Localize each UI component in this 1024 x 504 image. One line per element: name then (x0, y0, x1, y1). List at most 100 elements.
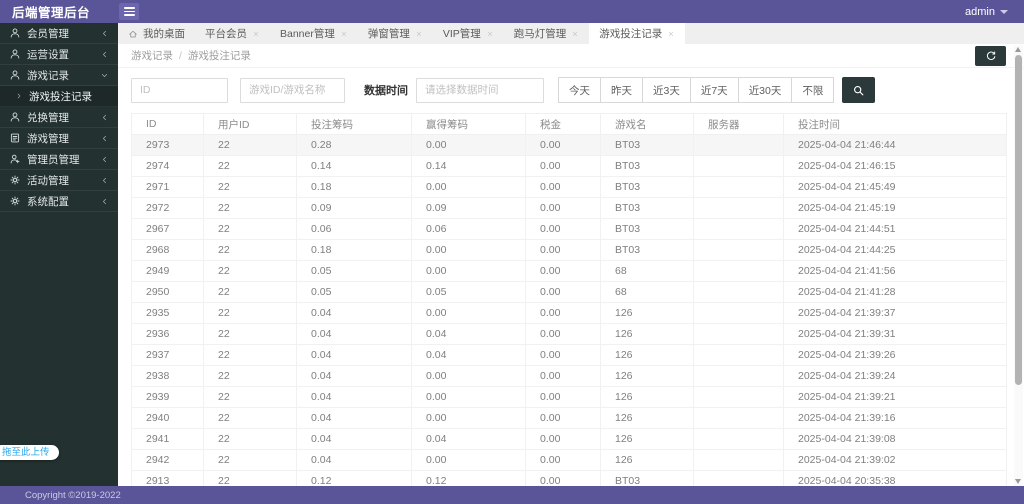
table-cell: 2025-04-04 21:45:19 (783, 197, 1007, 219)
refresh-button[interactable] (975, 45, 1006, 66)
table-cell (693, 302, 784, 324)
tab-0[interactable]: 我的桌面 (118, 23, 195, 44)
sidebar-item-5[interactable]: 管理员管理 (0, 149, 118, 170)
table-cell (693, 344, 784, 366)
game-input[interactable] (240, 77, 345, 103)
table-cell: 0.06 (411, 218, 526, 240)
chevron-down-icon (101, 73, 108, 77)
close-icon (573, 31, 578, 36)
tab-4[interactable]: VIP管理 (433, 23, 504, 44)
quick-date-button-2[interactable]: 近3天 (642, 77, 691, 103)
quick-date-button-4[interactable]: 近30天 (737, 77, 793, 103)
table-header-row: ID 用户ID 投注筹码 赢得筹码 税金 游戏名 服务器 投注时间 (131, 113, 1007, 135)
tab-label: 跑马灯管理 (513, 28, 567, 40)
table-cell: 22 (203, 407, 297, 429)
tab-close-icon[interactable] (340, 30, 348, 38)
quick-date-button-1[interactable]: 昨天 (600, 77, 643, 103)
table-cell: 0.04 (296, 344, 412, 366)
table-cell: 0.00 (525, 365, 601, 387)
scroll-up-icon[interactable] (1015, 47, 1021, 52)
table-cell: 0.00 (525, 302, 601, 324)
sidebar-item-7[interactable]: 系统配置 (0, 191, 118, 212)
user-menu[interactable]: admin (965, 6, 1008, 18)
id-input[interactable] (131, 77, 228, 103)
table-cell: 2936 (131, 323, 204, 345)
sidebar-item-3[interactable]: 兑换管理 (0, 107, 118, 128)
tab-close-icon[interactable] (415, 30, 423, 38)
table-cell: 0.00 (525, 260, 601, 282)
tab-5[interactable]: 跑马灯管理 (504, 23, 590, 44)
quick-date-button-5[interactable]: 不限 (791, 77, 835, 103)
refresh-icon (986, 51, 995, 60)
table-cell: 0.14 (411, 155, 526, 177)
sidebar-toggle-button[interactable] (119, 3, 139, 20)
tab-label: 游戏投注记录 (599, 28, 663, 40)
table-cell: 0.00 (411, 449, 526, 471)
table-cell: 2025-04-04 21:39:16 (783, 407, 1007, 429)
table-cell: 2973 (131, 134, 204, 156)
scroll-down-icon[interactable] (1015, 479, 1021, 484)
date-input[interactable] (416, 77, 544, 103)
scrollbar-thumb[interactable] (1015, 55, 1022, 385)
table-cell: 126 (600, 407, 694, 429)
breadcrumb-parent[interactable]: 游戏记录 (131, 48, 173, 63)
table-cell: 2025-04-04 21:46:44 (783, 134, 1007, 156)
tab-6[interactable]: 游戏投注记录 (589, 23, 686, 44)
chevron-down-icon (1000, 9, 1008, 14)
tab-2[interactable]: Banner管理 (270, 23, 358, 44)
table-cell (693, 155, 784, 177)
table-cell: 0.14 (296, 155, 412, 177)
table-cell: 0.04 (411, 323, 526, 345)
quick-date-button-3[interactable]: 近7天 (689, 77, 739, 103)
table-cell: BT03 (600, 239, 694, 261)
tab-3[interactable]: 弹窗管理 (358, 23, 433, 44)
tab-close-icon[interactable] (252, 30, 260, 38)
table-cell (693, 449, 784, 471)
table-cell: 0.00 (525, 218, 601, 240)
sidebar-item-label: 活动管理 (27, 174, 69, 187)
tab-close-icon[interactable] (571, 30, 579, 38)
gear-icon (10, 175, 20, 185)
breadcrumb-row: 游戏记录 / 游戏投注记录 (118, 44, 1024, 68)
table-cell: 126 (600, 323, 694, 345)
table-cell: 2974 (131, 155, 204, 177)
table-cell: 0.09 (296, 197, 412, 219)
tab-label: 弹窗管理 (367, 28, 410, 40)
chevron-right-icon (17, 93, 21, 99)
table-cell: 0.04 (411, 344, 526, 366)
sidebar-item-0[interactable]: 会员管理 (0, 23, 118, 44)
table-cell: 2025-04-04 21:45:49 (783, 176, 1007, 198)
table-cell: 2025-04-04 21:41:56 (783, 260, 1007, 282)
table-cell: 0.04 (296, 365, 412, 387)
table-cell: 0.18 (296, 239, 412, 261)
table-cell: 22 (203, 218, 297, 240)
sidebar-subitem-2-0[interactable]: 游戏投注记录 (0, 86, 118, 107)
table-cell: 0.00 (411, 239, 526, 261)
table-cell (693, 197, 784, 219)
sidebar-item-1[interactable]: 运营设置 (0, 44, 118, 65)
table-cell: 2025-04-04 21:39:24 (783, 365, 1007, 387)
table-cell: 0.00 (411, 134, 526, 156)
search-button[interactable] (842, 77, 876, 103)
sidebar-item-6[interactable]: 活动管理 (0, 170, 118, 191)
user-icon (10, 70, 20, 80)
table-cell: 0.18 (296, 176, 412, 198)
table-cell: 0.00 (525, 281, 601, 303)
table-cell: 0.04 (411, 428, 526, 450)
table-cell (693, 323, 784, 345)
sidebar-item-4[interactable]: 游戏管理 (0, 128, 118, 149)
username: admin (965, 5, 995, 18)
tab-1[interactable]: 平台会员 (195, 23, 270, 44)
table-cell (693, 386, 784, 408)
vertical-scrollbar[interactable] (1014, 45, 1023, 486)
table-cell (693, 281, 784, 303)
admin-user-icon (10, 154, 20, 164)
tab-close-icon[interactable] (486, 30, 494, 38)
tab-close-icon[interactable] (667, 30, 675, 38)
sidebar-item-2[interactable]: 游戏记录 (0, 65, 118, 86)
upload-drop-hint[interactable]: 拖至此上传 (0, 445, 59, 460)
column-header-2: 投注筹码 (296, 113, 412, 135)
quick-date-button-0[interactable]: 今天 (558, 77, 601, 103)
table-cell: 2939 (131, 386, 204, 408)
chevron-left-icon (103, 30, 106, 36)
